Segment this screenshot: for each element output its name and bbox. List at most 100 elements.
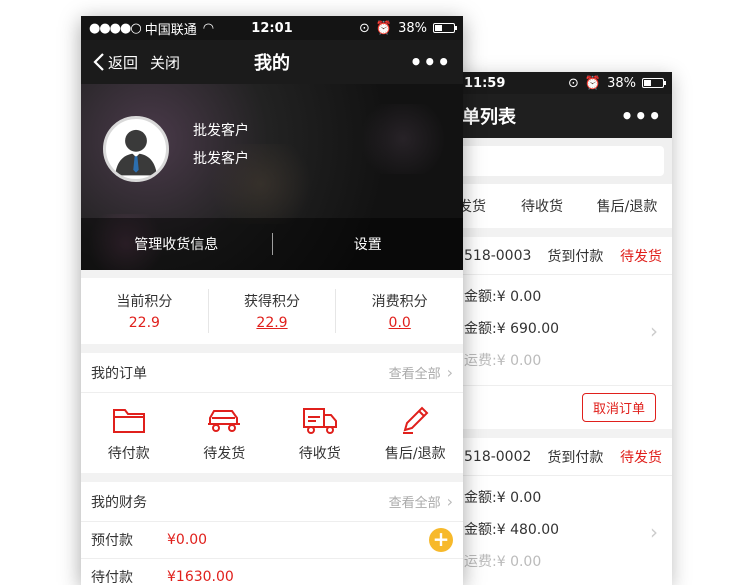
order-card-body: 金额:¥ 0.00 金额:¥ 690.00 运费:¥ 0.00 › [440,275,672,385]
status-right: ⊙ ⏰ 38% [568,75,666,91]
tab-to-receive[interactable]: 待收货 [502,196,582,216]
order-card[interactable]: 518-0003 货到付款 待发货 金额:¥ 0.00 金额:¥ 690.00 … [440,237,672,429]
section-header: 我的订单 查看全部 › [81,353,463,393]
battery-icon [642,78,666,88]
add-prepaid-button[interactable]: + [429,528,453,552]
shortcut-label: 待发货 [203,446,246,462]
search-input[interactable] [440,146,664,176]
back-label: 返回 [108,53,139,72]
shortcut-after-sales[interactable]: 售后/退款 [368,403,464,463]
order-card-header: 518-0002 货到付款 待发货 [440,438,672,476]
signal-icon: ●●●●○ [89,20,142,36]
truck-icon [272,403,368,437]
order-number: 518-0003 [464,247,532,264]
shortcut-label: 待付款 [107,446,150,462]
order-line: 金额:¥ 0.00 [464,490,542,506]
chevron-right-icon: › [446,363,453,382]
points-spent[interactable]: 消费积分 0.0 [336,291,463,331]
points-value: 22.9 [128,315,160,331]
shortcut-to-ship[interactable]: 待发货 [177,403,273,463]
order-number: 518-0002 [464,448,532,465]
close-button[interactable]: 关闭 [150,52,180,73]
user-avatar-icon [115,129,157,176]
section-title: 我的订单 [91,365,147,382]
carrier-name: 中国联通 [144,22,197,38]
chevron-right-icon: › [650,319,658,343]
my-profile-screen: ●●●●○ 中国联通 ◠ 12:01 ⊙ ⏰ 38% 返回 关闭 我的 ••• [81,16,463,585]
cancel-order-button[interactable]: 取消订单 [581,393,656,422]
page-title: 单列表 [462,107,516,128]
shortcut-to-receive[interactable]: 待收货 [272,403,368,463]
order-line: 运费:¥ 0.00 [464,554,542,570]
order-card-header: 518-0003 货到付款 待发货 [440,237,672,275]
pencil-icon [368,403,464,437]
finance-amount: ¥0.00 [167,532,208,548]
points-label: 当前积分 [116,294,173,310]
my-orders-section: 我的订单 查看全部 › 待付款 待发货 待收货 售后/退款 [81,353,463,473]
more-menu-button[interactable]: ••• [621,104,662,128]
bokeh-decoration [353,104,453,174]
order-card-body: 金额:¥ 0.00 金额:¥ 480.00 运费:¥ 0.00 › [440,476,672,585]
points-current: 当前积分 22.9 [81,291,208,331]
chevron-right-icon: › [446,492,453,511]
profile-actions: 管理收货信息 设置 [81,218,463,270]
view-all-label: 查看全部 [388,367,441,382]
points-value-link[interactable]: 22.9 [209,315,336,331]
nav-bar: 单列表 ••• [440,94,672,138]
payment-method: 货到付款 [547,248,604,265]
points-summary: 当前积分 22.9 获得积分 22.9 消费积分 0.0 [81,278,463,344]
points-label: 获得积分 [244,294,300,310]
finance-label: 预付款 [91,533,133,549]
profile-header: 批发客户 批发客户 管理收货信息 设置 [81,84,463,270]
shortcut-label: 待收货 [298,446,341,462]
alarm-icon: ⏰ [375,20,393,36]
shortcut-label: 售后/退款 [384,446,446,462]
page-title: 我的 [254,53,290,74]
status-time: 11:59 [464,75,506,91]
view-all-finance-link[interactable]: 查看全部 › [389,492,453,511]
status-bar: ●●●●○ 中国联通 ◠ 12:01 ⊙ ⏰ 38% [81,16,463,40]
manage-address-button[interactable]: 管理收货信息 [81,234,272,254]
order-tabs: 发货 待收货 售后/退款 [440,184,672,228]
payment-method: 货到付款 [547,449,604,466]
search-bar [440,138,672,184]
order-status-shortcuts: 待付款 待发货 待收货 售后/退款 [81,393,463,473]
wifi-icon: ◠ [202,20,215,36]
view-all-orders-link[interactable]: 查看全部 › [389,363,453,382]
back-button[interactable]: 返回 [93,52,138,73]
order-status: 待发货 [620,449,662,466]
more-menu-button[interactable]: ••• [410,50,451,74]
order-line: 金额:¥ 480.00 [464,522,560,538]
finance-row-pending: 待付款 ¥1630.00 [81,559,463,585]
car-icon [177,403,273,437]
order-list-screen: 11:59 ⊙ ⏰ 38% 单列表 ••• 发货 待收货 售后/退款 518-0… [440,72,672,585]
battery-icon [433,23,457,33]
order-card-footer: 取消订单 [440,385,672,429]
chevron-left-icon [93,53,104,71]
folder-icon [81,403,177,437]
user-level: 批发客户 [193,151,249,167]
finance-amount: ¥1630.00 [167,569,234,585]
user-name: 批发客户 [193,123,249,139]
order-line: 金额:¥ 690.00 [464,321,560,337]
order-line: 运费:¥ 0.00 [464,353,542,369]
order-line: 金额:¥ 0.00 [464,289,542,305]
points-earned[interactable]: 获得积分 22.9 [209,291,336,331]
battery-percent: 38% [398,20,427,36]
section-title: 我的财务 [91,494,147,511]
tab-after-sales[interactable]: 售后/退款 [582,196,672,216]
status-bar: 11:59 ⊙ ⏰ 38% [440,72,672,94]
avatar[interactable] [103,116,169,182]
nav-bar: 返回 关闭 我的 ••• [81,40,463,84]
rotation-lock-icon: ⊙ [568,75,579,91]
section-header: 我的财务 查看全部 › [81,482,463,522]
order-card[interactable]: 518-0002 货到付款 待发货 金额:¥ 0.00 金额:¥ 480.00 … [440,438,672,585]
my-finance-section: 我的财务 查看全部 › 预付款 ¥0.00 + 待付款 ¥1630.00 [81,482,463,585]
points-label: 消费积分 [371,294,428,310]
shortcut-pending-payment[interactable]: 待付款 [81,403,177,463]
battery-percent: 38% [607,75,636,91]
chevron-right-icon: › [650,520,658,544]
settings-button[interactable]: 设置 [273,234,464,254]
points-value-link[interactable]: 0.0 [336,315,463,331]
rotation-lock-icon: ⊙ [359,20,370,36]
